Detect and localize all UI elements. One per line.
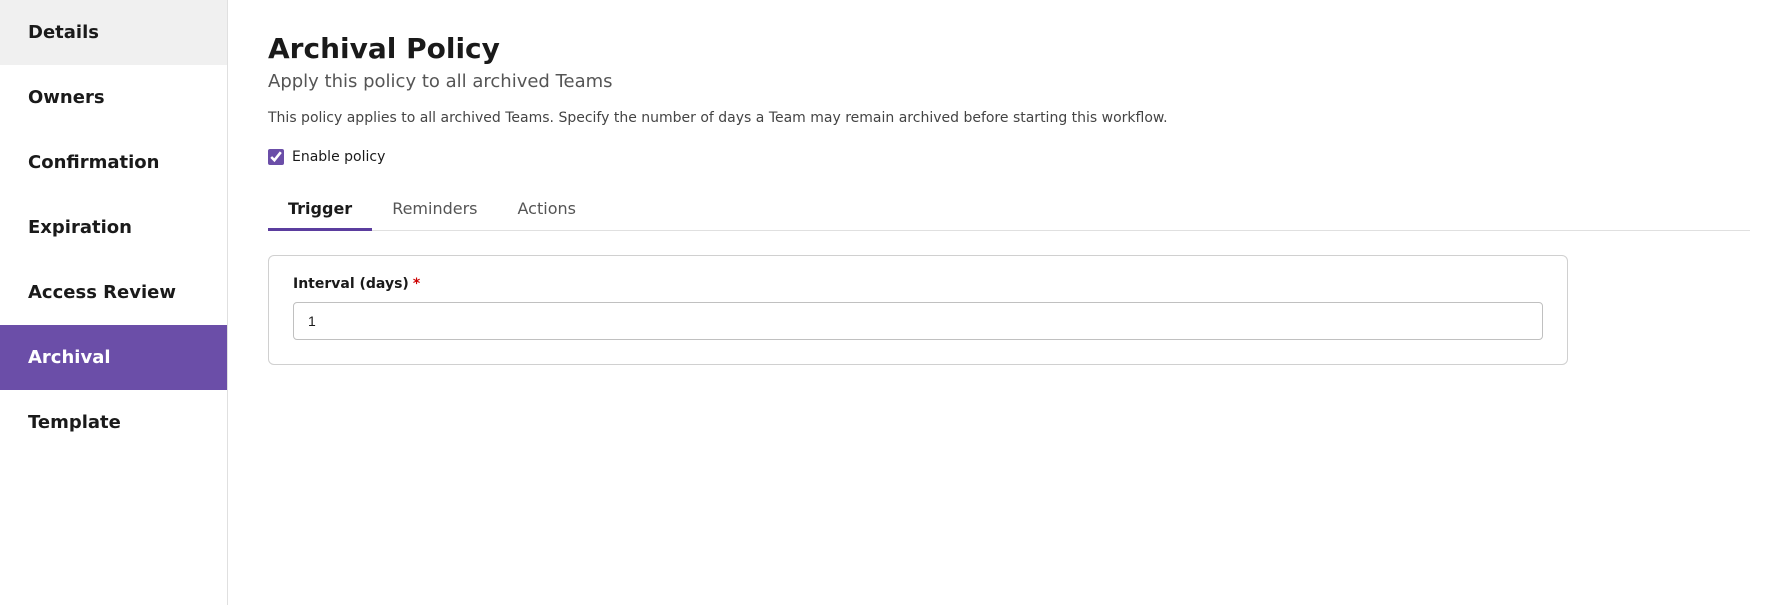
sidebar-item-owners[interactable]: Owners <box>0 65 227 130</box>
tabs-container: TriggerRemindersActions <box>268 189 1750 231</box>
page-title: Archival Policy <box>268 32 1750 65</box>
interval-label-text: Interval (days) <box>293 276 409 292</box>
enable-policy-checkbox[interactable] <box>268 149 284 165</box>
page-description: This policy applies to all archived Team… <box>268 108 1750 129</box>
interval-label: Interval (days) * <box>293 276 1543 292</box>
sidebar-item-confirmation[interactable]: Confirmation <box>0 130 227 195</box>
tab-reminders[interactable]: Reminders <box>372 189 497 231</box>
tab-actions[interactable]: Actions <box>498 189 596 231</box>
interval-section: Interval (days) * <box>268 255 1568 365</box>
tab-trigger[interactable]: Trigger <box>268 189 372 231</box>
main-content: Archival Policy Apply this policy to all… <box>228 0 1790 605</box>
enable-policy-label[interactable]: Enable policy <box>292 149 385 165</box>
sidebar-item-access-review[interactable]: Access Review <box>0 260 227 325</box>
sidebar-item-details[interactable]: Details <box>0 0 227 65</box>
page-subtitle: Apply this policy to all archived Teams <box>268 71 1750 92</box>
interval-input[interactable] <box>293 302 1543 340</box>
sidebar: DetailsOwnersConfirmationExpirationAcces… <box>0 0 228 605</box>
sidebar-item-template[interactable]: Template <box>0 390 227 455</box>
required-star: * <box>413 276 420 292</box>
sidebar-item-expiration[interactable]: Expiration <box>0 195 227 260</box>
enable-policy-row: Enable policy <box>268 149 1750 165</box>
sidebar-item-archival[interactable]: Archival <box>0 325 227 390</box>
